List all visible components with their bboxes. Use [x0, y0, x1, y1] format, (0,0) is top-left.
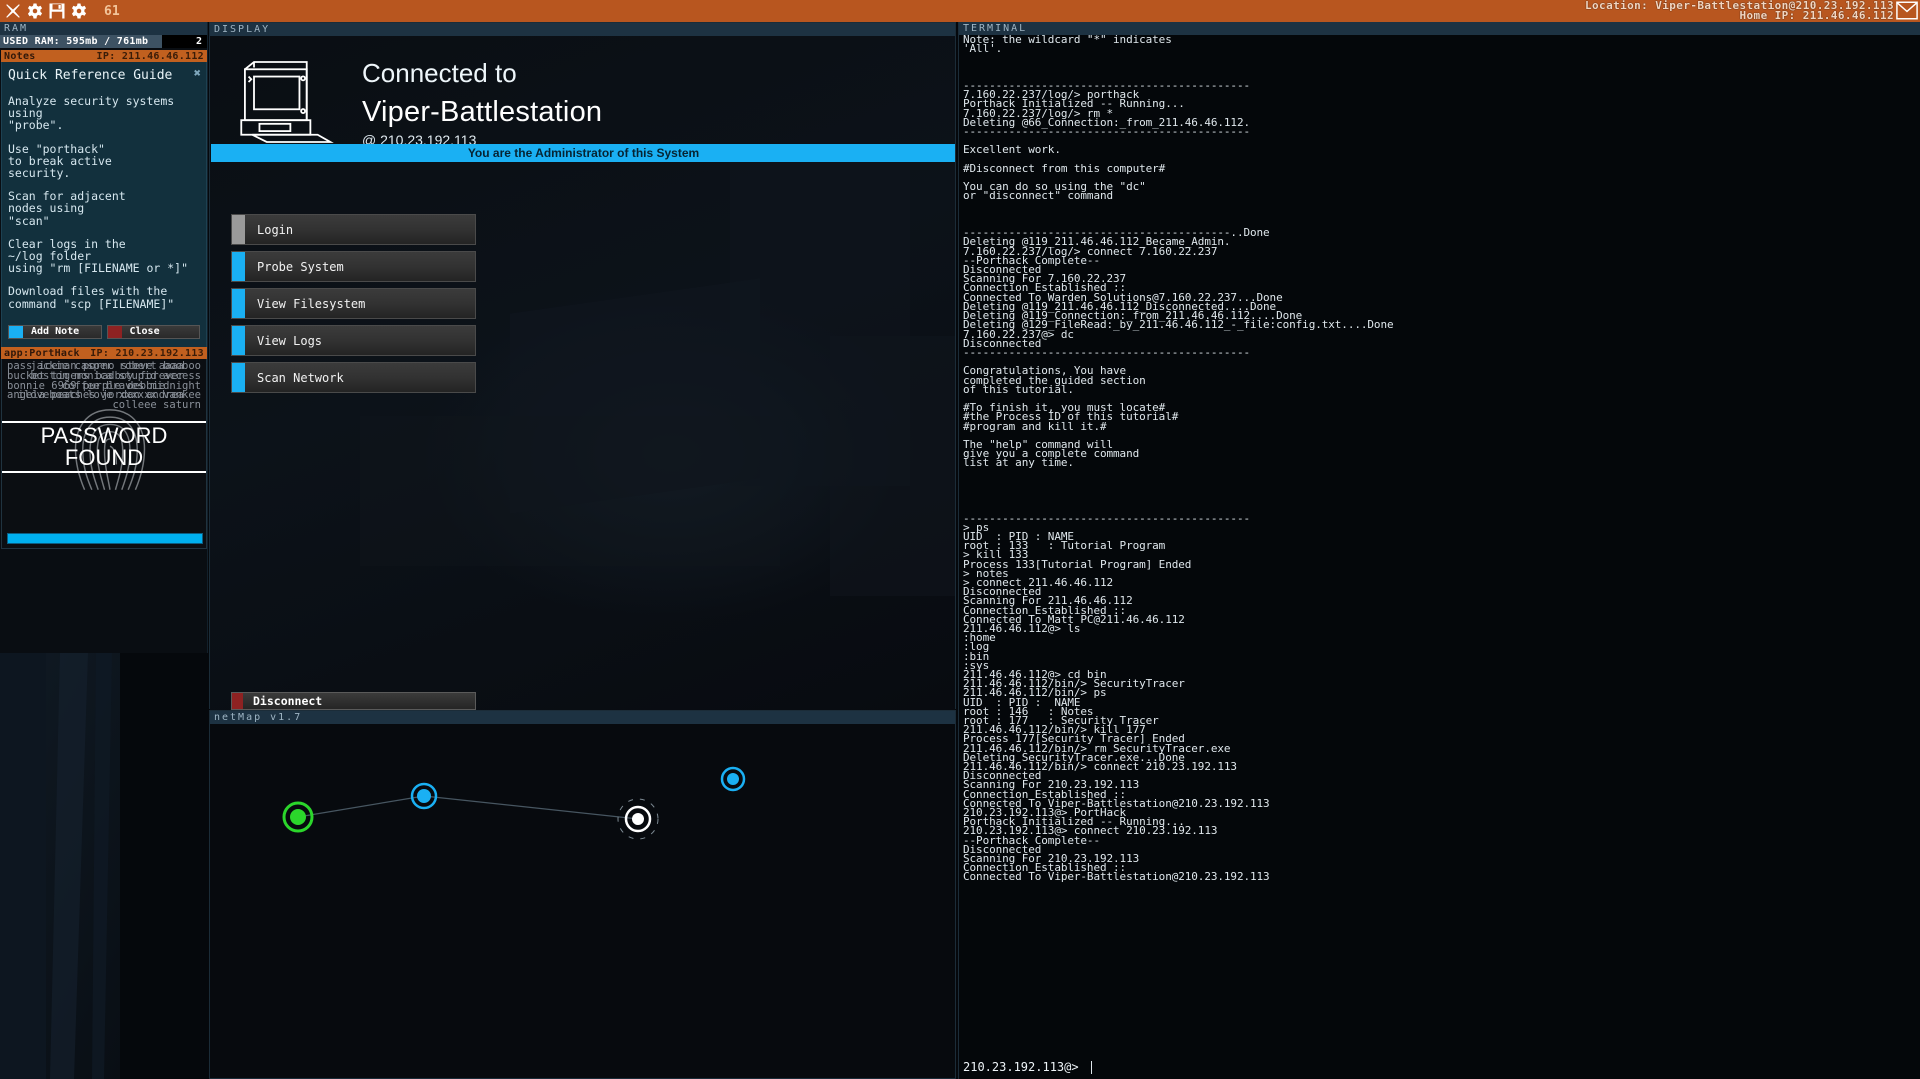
menu-item-label: Probe System [245, 260, 344, 274]
node-blue-2-core[interactable] [727, 773, 739, 785]
password-found-line1: PASSWORD [2, 425, 206, 447]
menu-tab [232, 363, 245, 392]
ram-usage-text: USED RAM: 595mb / 761mb [0, 36, 148, 47]
close-notes-tab [108, 326, 122, 338]
menu-item-login[interactable]: Login [231, 214, 476, 245]
location-info: Location: Viper-Battlestation@210.23.192… [1585, 0, 1894, 22]
netmap-link [298, 796, 424, 817]
terminal-panel-title: TERMINAL [959, 22, 1920, 35]
disconnect-button[interactable]: Disconnect [231, 692, 476, 710]
close-icon[interactable] [4, 2, 22, 20]
notes-button-row: Add Note Close [8, 321, 200, 343]
menu-item-scan-network[interactable]: Scan Network [231, 362, 476, 393]
ram-usage-bar: USED RAM: 595mb / 761mb 2 [0, 35, 207, 48]
terminal-prompt-row[interactable]: 210.23.192.113@> [963, 1057, 1918, 1077]
display-panel: DISPLAY [209, 22, 956, 709]
connected-host-name: Viper-Battlestation [362, 96, 602, 129]
mail-icon[interactable] [1896, 1, 1918, 20]
menu-tab [232, 252, 245, 281]
node-blue-1-core[interactable] [417, 789, 431, 803]
ram-module-count: 2 [196, 35, 202, 48]
notes-module-label: Notes [4, 51, 36, 62]
terminal-caret [1091, 1061, 1092, 1074]
password-found-line2: FOUND [2, 447, 206, 469]
porthack-module-body: pass iceman porno steve aaaa bucket tige… [1, 359, 207, 549]
note-paragraph: Download files with the command "scp [FI… [8, 285, 200, 309]
netmap-panel-title: netMap v1.7 [210, 711, 955, 724]
menu-item-view-filesystem[interactable]: View Filesystem [231, 288, 476, 319]
close-notes-label: Close [122, 326, 160, 337]
admin-status-text: You are the Administrator of this System [468, 146, 699, 160]
notes-title: Quick Reference Guide [8, 68, 200, 83]
notes-module-body: ✖ Quick Reference Guide Analyze security… [1, 62, 207, 352]
add-note-tab [9, 326, 23, 338]
menu-item-view-logs[interactable]: View Logs [231, 325, 476, 356]
background-art [0, 653, 208, 1079]
add-note-label: Add Note [23, 326, 79, 337]
notes-module-header[interactable]: Notes IP: 211.46.46.112 [1, 50, 207, 62]
top-bar: 61 Location: Viper-Battlestation@210.23.… [0, 0, 1920, 22]
node-white-selected-core[interactable] [632, 813, 644, 825]
porthack-module-ip: IP: 210.23.192.113 [90, 348, 204, 359]
netmap-panel: netMap v1.7 [209, 710, 956, 1079]
disconnect-tab [232, 693, 243, 709]
computer-icon [234, 58, 334, 146]
menu-tab [232, 326, 245, 355]
terminal-output: Note: the wildcard "*" indicates 'All'. … [963, 35, 1918, 1055]
netmap-link [424, 796, 638, 819]
password-found-overlay: PASSWORD FOUND [2, 421, 206, 473]
save-icon[interactable] [48, 2, 66, 20]
top-bar-icon-group [0, 2, 88, 20]
menu-item-label: Scan Network [245, 371, 344, 385]
settings-icon[interactable] [70, 2, 88, 20]
connected-to-label: Connected to [362, 58, 517, 89]
display-panel-title: DISPLAY [210, 23, 955, 36]
connection-header: Connected to Viper-Battlestation @ 210.2… [210, 36, 955, 146]
porthack-module-label: app:PortHack [4, 348, 80, 359]
menu-item-label: View Filesystem [245, 297, 365, 311]
close-notes-button[interactable]: Close [107, 325, 201, 339]
add-note-button[interactable]: Add Note [8, 325, 102, 339]
terminal-prompt: 210.23.192.113@> [963, 1060, 1079, 1074]
top-bar-counter: 61 [104, 4, 120, 19]
ram-panel: RAM USED RAM: 595mb / 761mb 2 Notes IP: … [0, 22, 208, 653]
admin-status-banner: You are the Administrator of this System [211, 144, 955, 162]
note-paragraph: Use "porthack" to break active security. [8, 143, 200, 180]
desktop-background-left [0, 653, 208, 1079]
note-paragraph: Clear logs in the ~/log folder using "rm… [8, 238, 200, 275]
gear-icon[interactable] [26, 2, 44, 20]
display-panel-body: Connected to Viper-Battlestation @ 210.2… [210, 36, 955, 710]
menu-item-probe-system[interactable]: Probe System [231, 251, 476, 282]
netmap-body[interactable] [210, 724, 955, 1079]
node-green-active-core[interactable] [290, 809, 306, 825]
menu-item-label: View Logs [245, 334, 322, 348]
notes-module: Notes IP: 211.46.46.112 ✖ Quick Referenc… [1, 50, 207, 352]
disconnect-label: Disconnect [243, 694, 322, 708]
home-ip-label: Home IP: 211.46.46.112 [1740, 11, 1895, 21]
porthack-module-header[interactable]: app:PortHack IP: 210.23.192.113 [1, 347, 207, 359]
menu-tab [232, 289, 245, 318]
note-paragraph: Scan for adjacent nodes using "scan" [8, 190, 200, 227]
porthack-module: app:PortHack IP: 210.23.192.113 pass [1, 347, 207, 549]
menu-tab [232, 215, 245, 244]
porthack-progress-bar [7, 533, 203, 544]
notes-module-ip: IP: 211.46.46.112 [97, 51, 204, 62]
netmap-graph[interactable] [210, 724, 955, 1079]
note-paragraph: Analyze security systems using "probe". [8, 95, 200, 132]
terminal-panel: TERMINAL Note: the wildcard "*" indicate… [958, 22, 1920, 1079]
ram-panel-title: RAM [0, 22, 207, 35]
close-icon[interactable]: ✖ [194, 66, 201, 80]
password-column-right: jackie casper robert booboo boston monic… [2, 362, 201, 411]
menu-item-label: Login [245, 223, 293, 237]
